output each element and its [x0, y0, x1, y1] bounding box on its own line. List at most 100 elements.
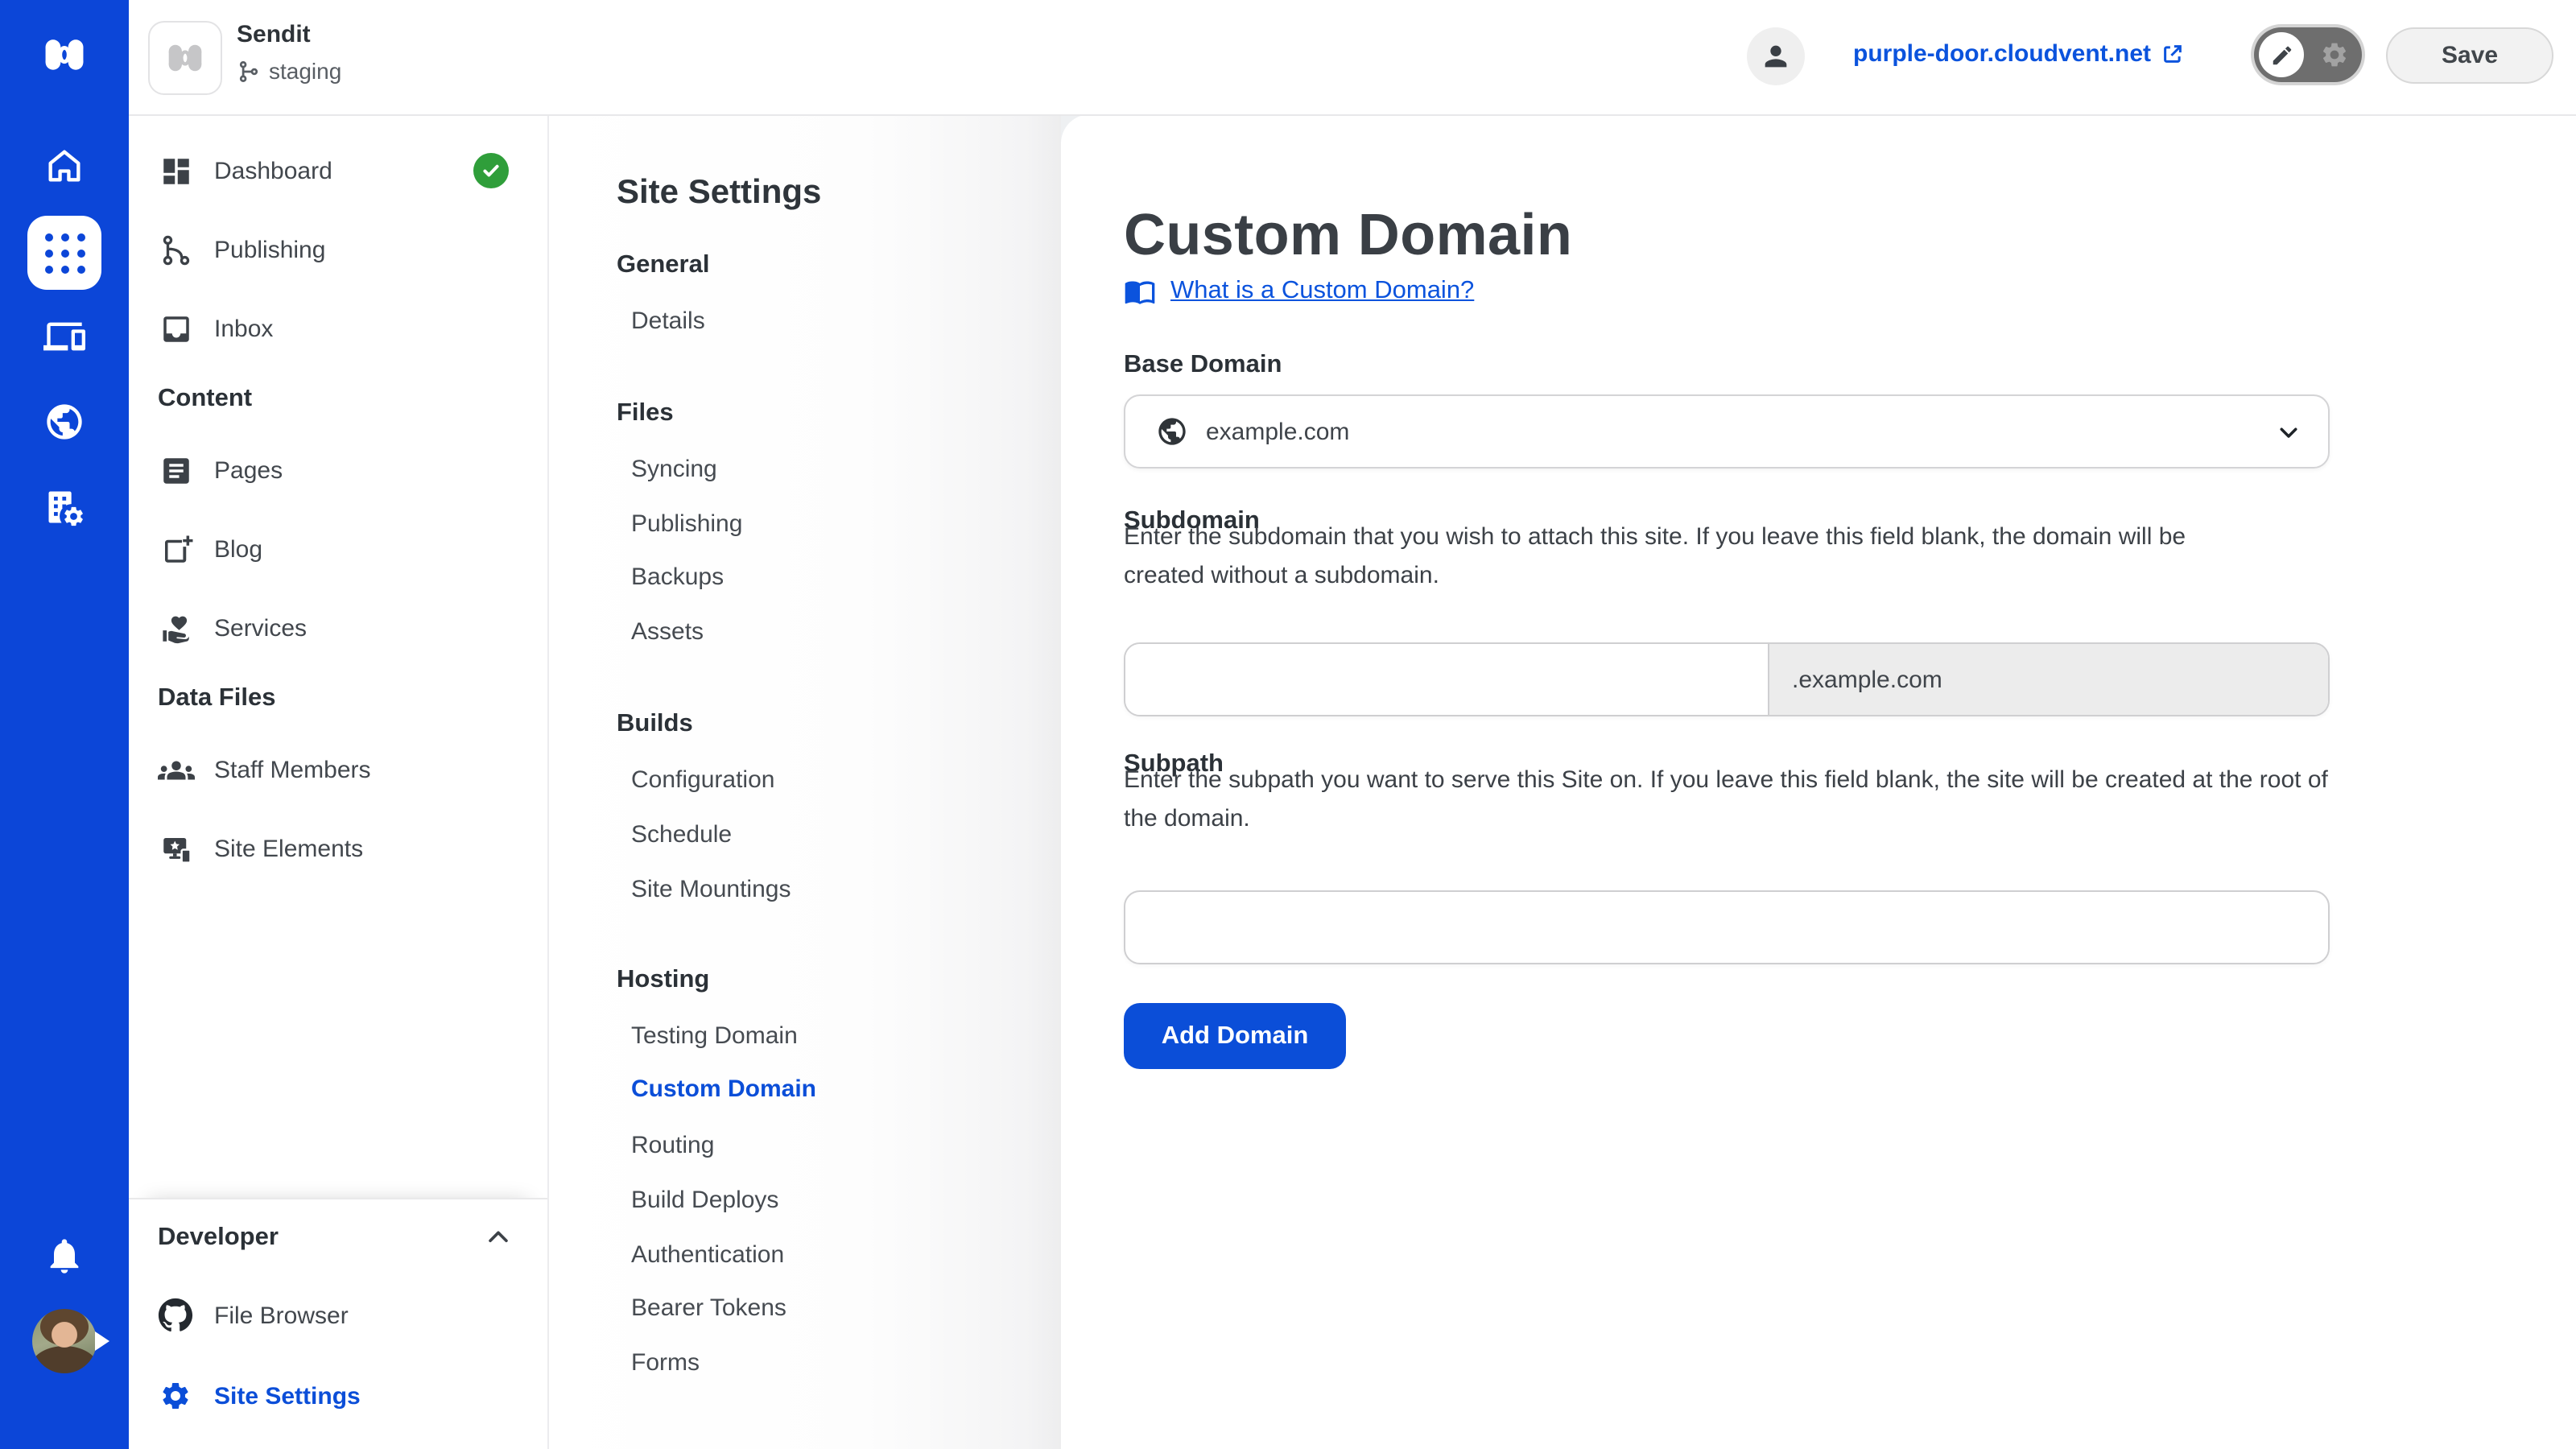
settings-item-publishing[interactable]: Publishing: [631, 506, 742, 541]
sidebar-item-label: Site Settings: [214, 1382, 361, 1410]
sidebar-item-staff-members[interactable]: Staff Members: [158, 745, 531, 794]
devices-icon[interactable]: [0, 316, 129, 357]
avatar-photo: [32, 1309, 97, 1373]
what-is-custom-domain-link[interactable]: What is a Custom Domain?: [1124, 275, 1474, 308]
screen-star-icon: [158, 831, 193, 866]
subpath-help-text: Enter the subpath you want to serve this…: [1124, 762, 2328, 839]
inbox-icon: [158, 311, 193, 346]
globe-icon[interactable]: [0, 401, 129, 443]
pencil-icon: [2269, 43, 2293, 67]
bell-icon[interactable]: [0, 1235, 129, 1277]
sidebar-item-file-browser[interactable]: File Browser: [158, 1291, 531, 1340]
settings-group-builds: Builds: [617, 707, 693, 742]
git-branch-icon: [158, 232, 193, 267]
settings-item-bearer-tokens[interactable]: Bearer Tokens: [631, 1290, 786, 1325]
settings-item-forms[interactable]: Forms: [631, 1344, 700, 1380]
add-domain-button[interactable]: Add Domain: [1124, 1003, 1346, 1069]
site-logo[interactable]: [148, 21, 222, 95]
home-icon[interactable]: [0, 145, 129, 187]
settings-item-backups[interactable]: Backups: [631, 559, 724, 594]
settings-group-files: Files: [617, 396, 674, 431]
app-rail: [0, 0, 129, 1449]
base-domain-label: Base Domain: [1124, 349, 1282, 382]
groups-icon: [158, 752, 193, 787]
chevron-up-icon[interactable]: [485, 1224, 512, 1251]
toggle-knob: [2259, 32, 2304, 77]
heart-hand-icon: [158, 610, 193, 646]
settings-group-hosting: Hosting: [617, 963, 709, 998]
external-link-icon: [2161, 42, 2185, 66]
dashboard-icon: [158, 153, 193, 188]
settings-item-details[interactable]: Details: [631, 303, 705, 338]
help-link-text: What is a Custom Domain?: [1170, 277, 1474, 306]
settings-item-schedule[interactable]: Schedule: [631, 816, 732, 852]
environment-indicator[interactable]: staging: [237, 58, 341, 84]
settings-item-routing[interactable]: Routing: [631, 1127, 714, 1162]
sidebar-item-site-elements[interactable]: Site Elements: [158, 824, 531, 873]
sidebar-expand-arrow-icon[interactable]: [95, 1331, 109, 1351]
apps-grid-icon: [44, 233, 85, 273]
base-domain-value: example.com: [1206, 418, 1349, 445]
sidebar-heading-content: Content: [158, 382, 252, 417]
check-icon: [480, 159, 502, 182]
sidebar-item-label: Pages: [214, 456, 283, 484]
app-window: Sendit staging purple-door.cloudvent.net: [0, 0, 2576, 1449]
sidebar-item-label: Services: [214, 614, 307, 642]
settings-nav-title: Site Settings: [617, 174, 821, 213]
main-content-backdrop: Custom Domain What is a Custom Domain? B…: [1061, 114, 2576, 1449]
subdomain-suffix: .example.com: [1768, 644, 2328, 715]
sidebar-item-pages[interactable]: Pages: [158, 446, 531, 494]
apps-grid-icon-active[interactable]: [0, 216, 129, 290]
settings-item-assets[interactable]: Assets: [631, 613, 704, 649]
subdomain-input-group: .example.com: [1124, 642, 2330, 716]
sidebar-item-label: Staff Members: [214, 756, 371, 783]
account-button[interactable]: [1747, 27, 1805, 85]
sync-status-badge: [473, 153, 509, 188]
settings-item-site-mountings[interactable]: Site Mountings: [631, 871, 791, 906]
sidebar-item-label: Site Elements: [214, 835, 363, 862]
settings-item-configuration[interactable]: Configuration: [631, 762, 774, 797]
preview-url-link[interactable]: purple-door.cloudvent.net: [1853, 40, 2185, 68]
chevron-down-icon: [2277, 419, 2301, 444]
git-branch-icon: [237, 59, 261, 83]
sidebar-item-inbox[interactable]: Inbox: [158, 304, 531, 353]
sidebar-developer-section: Developer File Browser Site Settings: [129, 1198, 547, 1449]
base-domain-select[interactable]: example.com: [1124, 394, 2330, 469]
site-name: Sendit: [237, 21, 311, 48]
sidebar-heading-data-files: Data Files: [158, 681, 275, 716]
sidebar-item-label: Publishing: [214, 236, 325, 263]
settings-item-build-deploys[interactable]: Build Deploys: [631, 1182, 778, 1217]
preview-url-text: purple-door.cloudvent.net: [1853, 40, 2151, 68]
settings-item-testing-domain[interactable]: Testing Domain: [631, 1018, 798, 1053]
settings-item-authentication[interactable]: Authentication: [631, 1236, 784, 1272]
sidebar-item-label: Inbox: [214, 315, 273, 342]
subdomain-input[interactable]: [1125, 644, 1768, 715]
sidebar-item-blog[interactable]: Blog: [158, 525, 531, 573]
settings-item-syncing[interactable]: Syncing: [631, 451, 717, 486]
sidebar-item-label: Dashboard: [214, 157, 332, 184]
save-button[interactable]: Save: [2386, 27, 2553, 84]
active-tile: [27, 216, 101, 290]
buildings-gear-icon[interactable]: [0, 486, 129, 528]
subdomain-help-text: Enter the subdomain that you wish to att…: [1124, 518, 2270, 596]
article-icon: [158, 452, 193, 488]
sidebar-item-label: Blog: [214, 535, 262, 563]
sidebar-item-services[interactable]: Services: [158, 604, 531, 652]
settings-nav: Site Settings General Details Files Sync…: [549, 114, 1061, 1449]
cloudcannon-logo[interactable]: [0, 31, 129, 79]
sidebar-item-site-settings[interactable]: Site Settings: [158, 1372, 531, 1420]
github-icon: [158, 1298, 193, 1333]
person-icon: [1760, 40, 1792, 72]
settings-item-custom-domain[interactable]: Custom Domain: [631, 1071, 816, 1106]
settings-group-general: General: [617, 248, 709, 283]
sidebar-item-publishing[interactable]: Publishing: [158, 225, 531, 274]
custom-domain-panel: Custom Domain What is a Custom Domain? B…: [1061, 114, 2576, 1449]
top-header: Sendit staging purple-door.cloudvent.net: [129, 0, 2576, 116]
user-avatar[interactable]: [0, 1309, 129, 1373]
subpath-input[interactable]: [1124, 890, 2330, 964]
main-sidebar: Dashboard Publishing Inbox Content Pages…: [129, 114, 549, 1449]
book-icon: [1124, 275, 1156, 308]
edit-settings-mode-toggle[interactable]: [2254, 27, 2362, 82]
globe-icon: [1156, 415, 1188, 448]
gear-icon: [2320, 40, 2349, 69]
